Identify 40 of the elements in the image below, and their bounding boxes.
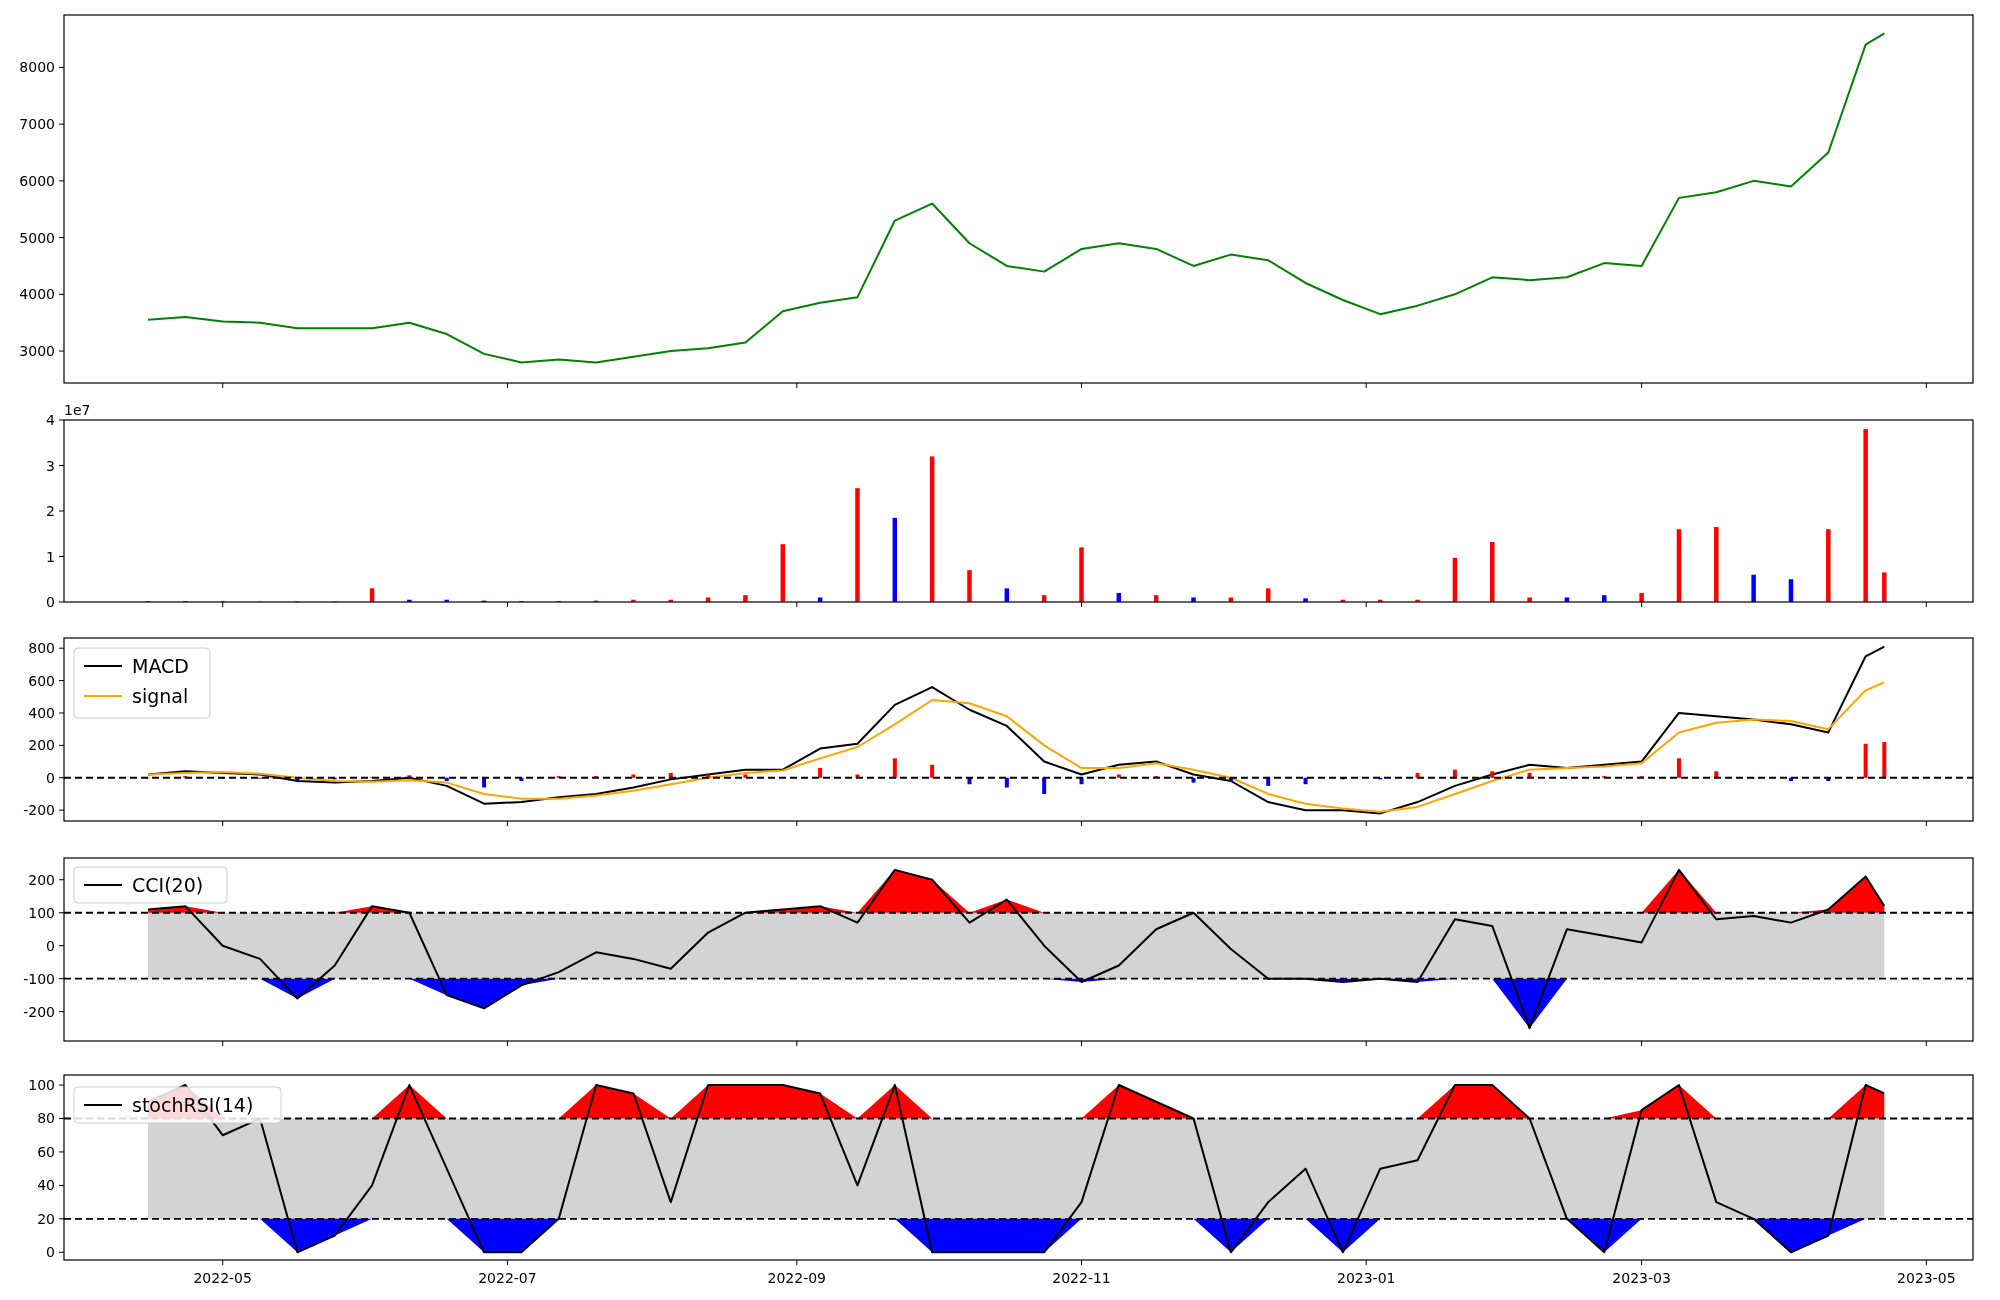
axis-offset-label: 1e7 — [64, 402, 91, 418]
tick-label: 2023-01 — [1337, 1270, 1396, 1286]
tick-label: 2022-07 — [478, 1270, 537, 1286]
tick-label: 2022-05 — [193, 1270, 252, 1286]
tick-label: 400 — [28, 705, 55, 721]
tick-label: 80 — [37, 1110, 55, 1127]
tick-label: 600 — [28, 672, 55, 689]
tick-label: 0 — [46, 937, 55, 954]
tick-label: -200 — [23, 1003, 55, 1020]
tick-label: 3000 — [19, 343, 55, 360]
tick-label: 20 — [37, 1210, 55, 1227]
tick-label: 8000 — [19, 59, 55, 76]
legend-label: stochRSI(14) — [132, 1094, 254, 1116]
tick-label: 200 — [28, 737, 55, 754]
tick-label: 2022-09 — [767, 1270, 827, 1286]
tick-label: 6000 — [19, 172, 55, 189]
tick-label: 800 — [28, 640, 55, 657]
tick-label: 100 — [28, 1077, 55, 1094]
tick-label: 3 — [46, 457, 55, 474]
legend-label: signal — [132, 685, 189, 707]
legend-label: CCI(20) — [132, 874, 204, 896]
tick-label: 1 — [46, 548, 55, 565]
tick-label: 200 — [28, 871, 55, 888]
tick-label: 5000 — [19, 229, 55, 246]
tick-label: 7000 — [19, 116, 55, 133]
tick-label: 2023-05 — [1897, 1270, 1956, 1286]
tick-label: 0 — [46, 769, 55, 786]
tick-label: 0 — [46, 594, 55, 610]
tick-label: 2 — [46, 503, 55, 519]
tick-label: 2023-03 — [1612, 1270, 1671, 1286]
tick-label: 40 — [37, 1177, 55, 1194]
tick-label: 4 — [46, 412, 55, 428]
tick-label: -100 — [23, 970, 55, 987]
tick-label: 2022-11 — [1052, 1270, 1111, 1286]
tick-label: 0 — [46, 1244, 55, 1261]
tick-label: -200 — [23, 802, 55, 819]
legend-label: MACD — [132, 655, 189, 677]
tick-label: 100 — [28, 904, 55, 921]
tick-label: 60 — [37, 1143, 55, 1160]
tick-label: 4000 — [19, 286, 55, 303]
